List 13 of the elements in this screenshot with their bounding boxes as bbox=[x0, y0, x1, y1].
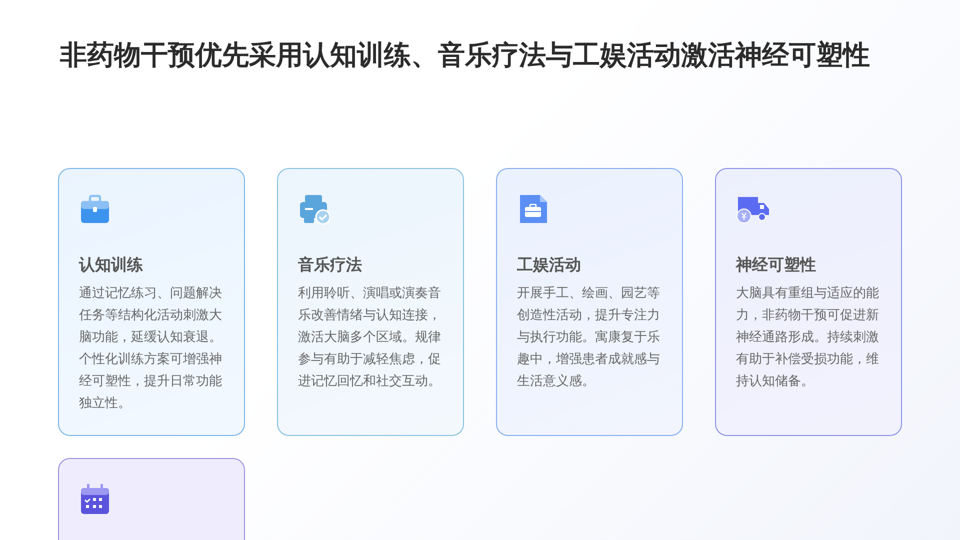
page-title: 非药物干预优先采用认知训练、音乐疗法与工娱活动激活神经可塑性 bbox=[60, 39, 871, 73]
card-description: 通过记忆练习、问题解决任务等结构化活动刺激大脑功能，延缓认知衰退。个性化训练方案可增强神经可塑性，提升日常功能独立性。 bbox=[79, 285, 223, 413]
card-heading: 音乐疗法 bbox=[298, 254, 363, 276]
briefcase-icon bbox=[79, 193, 111, 225]
card-heading: 工娱活动 bbox=[517, 254, 582, 276]
card-description: 开展手工、绘画、园艺等创造性活动，提升专注力与执行功能。寓康复于乐趣中，增强患者成就感与生活意义感。 bbox=[517, 285, 661, 391]
calendar-icon bbox=[79, 483, 111, 515]
card-heading: 神经可塑性 bbox=[736, 254, 817, 276]
document-icon bbox=[517, 193, 549, 225]
card-description: 大脑具有重组与适应的能力，非药物干预可促进新神经通路形成。持续刺激有助于补偿受损功能，维持认知储备。 bbox=[736, 285, 880, 391]
card-description: 利用聆听、演唱或演奏音乐改善情绪与认知连接，激活大脑多个区域。规律参与有助于减轻焦虑，促进记忆回忆和社交互动。 bbox=[298, 285, 442, 391]
printer-icon bbox=[298, 193, 330, 225]
card-heading: 认知训练 bbox=[79, 254, 144, 276]
